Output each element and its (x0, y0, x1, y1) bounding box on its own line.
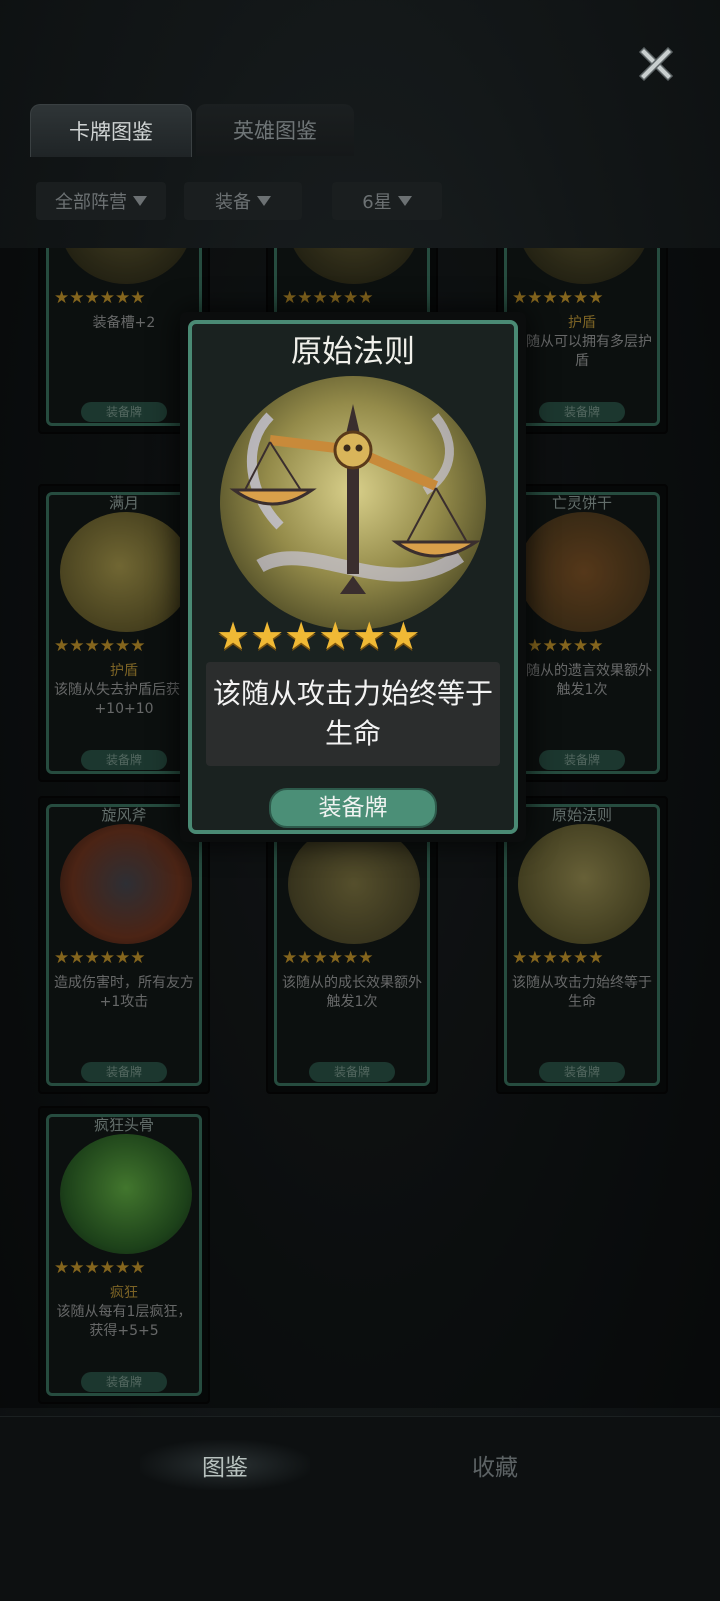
featured-card-description: 该随从攻击力始终等于生命 (212, 677, 493, 750)
nav-codex[interactable]: 图鉴 (140, 1440, 310, 1490)
chevron-down-icon (397, 196, 412, 206)
bottom-nav (0, 1416, 720, 1601)
featured-card-type-badge: 装备牌 (269, 788, 437, 828)
nav-collection[interactable]: 收藏 (410, 1440, 580, 1490)
featured-card-art (220, 376, 486, 630)
chevron-down-icon (133, 196, 147, 206)
tab-hero-codex[interactable]: 英雄图鉴 (196, 104, 354, 156)
tab-card-codex[interactable]: 卡牌图鉴 (30, 104, 192, 157)
close-icon (638, 46, 674, 82)
faction-filter-label: 全部阵营 (55, 192, 127, 213)
type-filter-label: 装备 (215, 192, 251, 213)
featured-card[interactable]: 原始法则 ★★★★★★ 该随从攻击力始终等于生命 装备牌 (180, 312, 526, 842)
star-filter[interactable]: 6星 (332, 182, 442, 220)
type-filter[interactable]: 装备 (184, 182, 302, 220)
featured-star-rating: ★★★★★★ (216, 614, 421, 658)
scales-icon (229, 404, 481, 594)
star-filter-label: 6星 (362, 192, 392, 213)
chevron-down-icon (257, 196, 271, 206)
close-button[interactable] (628, 36, 684, 92)
faction-filter[interactable]: 全部阵营 (36, 182, 166, 220)
featured-card-name: 原始法则 (291, 334, 415, 370)
